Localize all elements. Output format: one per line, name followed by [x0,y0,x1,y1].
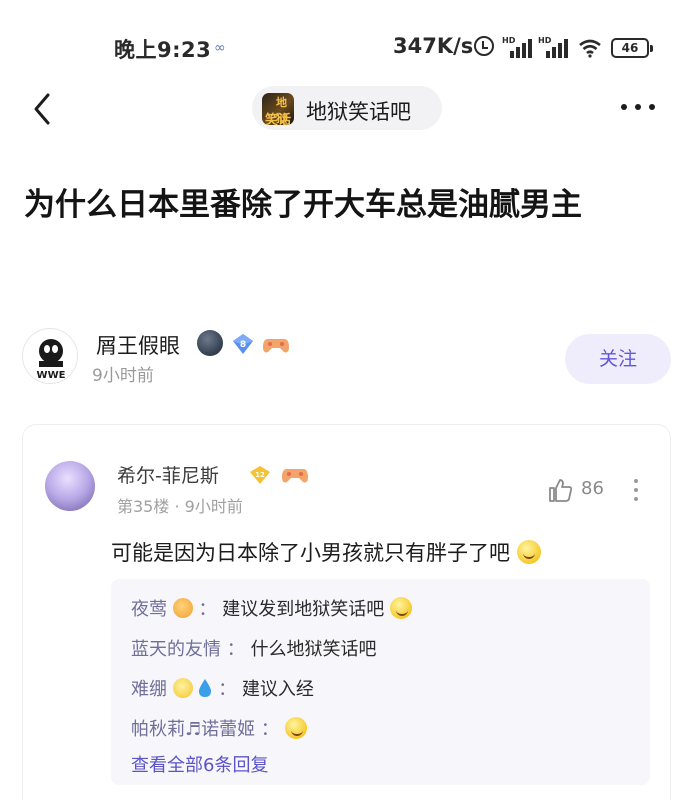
battery-icon: 46 [611,38,653,58]
moon-emoji-icon [197,330,223,356]
svg-text:12: 12 [255,471,265,479]
comment-floor: 第35楼 [117,497,170,516]
forum-logo-icon: 地狱 笑话 [262,93,294,125]
avatar[interactable]: WWE [22,328,78,384]
sync-icon: ∞ [214,40,226,56]
list-item[interactable]: 蓝天的友情 ： 什么地狱笑话吧 [131,635,376,661]
grin-emoji-icon [172,678,193,698]
comment-time: 9小时前 [184,497,243,516]
back-icon[interactable] [28,92,58,126]
level-badge: 12 [250,466,270,484]
more-options-icon[interactable] [618,100,658,116]
svg-text:8: 8 [240,340,246,350]
cat-emoji-icon [172,598,193,618]
grin-emoji-icon [284,717,307,739]
list-item[interactable]: 帕秋莉♬诺蕾姬 ： [131,715,307,741]
status-time: 晚上9:23 [114,38,212,62]
author-name[interactable]: 屑王假眼 [96,330,180,360]
avatar[interactable] [45,461,95,511]
gamepad-icon [282,469,308,483]
post-title: 为什么日本里番除了开大车总是油腻男主 [24,187,582,223]
network-speed: 347K/s [393,34,474,58]
svg-text:WWE: WWE [37,370,66,381]
level-badge: 8 [233,334,253,354]
thumbs-up-icon[interactable] [547,477,573,503]
signal-icon: HD [502,36,532,58]
view-all-replies-link[interactable]: 查看全部6条回复 [131,751,268,777]
comment-card: 希尔-菲尼斯 12 第35楼 · 9小时前 86 可能是因为日本除了小男孩就只有… [22,424,671,800]
gamepad-icon [263,339,289,353]
panda-avatar-icon: WWE [37,339,66,381]
alarm-icon [474,36,494,56]
more-options-icon[interactable] [633,477,641,503]
water-drop-icon [199,679,212,697]
wifi-icon [579,39,601,58]
forum-name: 地狱笑话吧 [306,100,411,124]
smile-emoji-icon [516,540,541,564]
comment-user-name[interactable]: 希尔-菲尼斯 [117,461,219,488]
grin-emoji-icon [389,597,412,619]
list-item[interactable]: 难绷 ： 建议入经 [131,675,314,701]
comment-text: 可能是因为日本除了小男孩就只有胖子了吧 [111,537,541,567]
reply-list[interactable]: 夜莺 ： 建议发到地狱笑话吧 蓝天的友情 ： 什么地狱笑话吧 难绷 ： 建议入经… [111,579,650,785]
signal-icon: HD [538,36,568,58]
follow-button[interactable]: 关注 [565,334,671,384]
list-item[interactable]: 夜莺 ： 建议发到地狱笑话吧 [131,595,412,621]
comment-meta: 第35楼 · 9小时前 [117,497,243,516]
post-time: 9小时前 [92,366,154,386]
status-bar: 晚上9:23 ∞ 347K/s HD HD 46 [0,0,693,92]
like-count: 86 [581,478,604,499]
forum-pill[interactable]: 地狱 笑话 地狱笑话吧 [252,86,442,130]
